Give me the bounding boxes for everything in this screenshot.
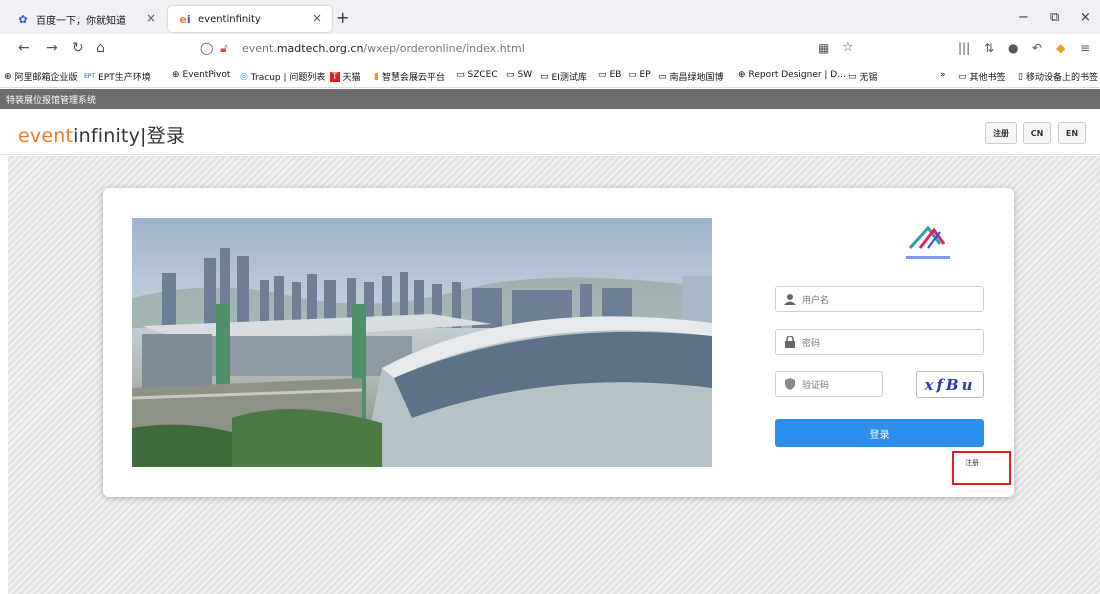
globe-icon: ⊕ bbox=[4, 71, 12, 82]
shield-icon[interactable]: ◯ bbox=[200, 41, 213, 55]
site-logo: eventinfinity|登录 bbox=[18, 125, 186, 147]
register-highlight-box bbox=[952, 451, 1011, 485]
insecure-lock-icon[interactable]: 🔓︎ bbox=[220, 41, 228, 56]
restore-button[interactable]: ⧉ bbox=[1050, 10, 1059, 25]
forward-arrow-icon[interactable]: → bbox=[46, 40, 58, 56]
qr-code-icon[interactable]: ▦ bbox=[818, 41, 829, 55]
browser-nav-bar: ← → ↻ ⌂ ◯ 🔓︎ event.madtech.org.cn/wxep/o… bbox=[0, 34, 1100, 64]
bookmark-item[interactable]: T 天猫 bbox=[330, 70, 361, 83]
captcha-input[interactable]: 验证码 bbox=[775, 371, 883, 397]
browser-tab-eventinfinity[interactable]: ei eventinfinity × bbox=[168, 6, 332, 32]
bookmark-item[interactable]: ▭ EI测试库 bbox=[540, 70, 587, 84]
minimize-button[interactable]: − bbox=[1018, 10, 1029, 25]
other-bookmarks-item[interactable]: ▭ 其他书签 bbox=[958, 70, 1006, 84]
ept-icon: EPT bbox=[84, 73, 96, 80]
mobile-bookmarks-item[interactable]: ▯ 移动设备上的书签 bbox=[1018, 70, 1098, 84]
mobile-icon: ▯ bbox=[1018, 71, 1023, 82]
system-title-bar: 特装展位报馆管理系统 bbox=[0, 89, 1100, 109]
bookmark-item[interactable]: ▭ 南昌绿地国博 bbox=[658, 70, 724, 84]
bookmark-item[interactable]: ⊕ 阿里邮箱企业版 bbox=[4, 70, 78, 84]
url-bar[interactable]: ◯ 🔓︎ event.madtech.org.cn/wxep/orderonli… bbox=[190, 37, 880, 61]
chat-icon[interactable]: ● bbox=[1008, 41, 1018, 55]
captcha-placeholder: 验证码 bbox=[802, 381, 830, 391]
bookmark-item[interactable]: ⊕ EventPivot bbox=[172, 70, 230, 80]
password-input[interactable]: 密码 bbox=[775, 329, 984, 355]
header-register-button[interactable]: 注册 bbox=[985, 122, 1017, 144]
bookmarks-overflow-button[interactable]: » bbox=[940, 70, 946, 80]
lock-icon bbox=[785, 336, 795, 348]
bookmark-item[interactable]: ▭ SW bbox=[506, 70, 532, 80]
profile-icon[interactable]: ◆ bbox=[1056, 41, 1065, 55]
ei-logo-icon: ei bbox=[179, 12, 191, 26]
bookmark-item[interactable]: ▮ 智慧会展云平台 bbox=[374, 70, 445, 84]
new-tab-button[interactable]: + bbox=[336, 8, 349, 27]
bookmark-item[interactable]: ⊕ Report Designer | D... bbox=[738, 70, 846, 80]
tracup-icon: ◎ bbox=[240, 71, 248, 82]
language-cn-button[interactable]: CN bbox=[1023, 122, 1051, 144]
system-name: 特装展位报馆管理系统 bbox=[6, 96, 97, 106]
folder-icon: ▭ bbox=[628, 70, 637, 80]
cloud-icon: ▮ bbox=[374, 71, 379, 82]
language-en-button[interactable]: EN bbox=[1058, 122, 1086, 144]
extension-icon[interactable]: ⇅ bbox=[984, 41, 994, 55]
home-icon[interactable]: ⌂ bbox=[96, 40, 105, 56]
close-window-button[interactable]: × bbox=[1080, 10, 1091, 25]
bookmark-item[interactable]: ▭ SZCEC bbox=[456, 70, 498, 80]
bookmarks-bar: ⊕ 阿里邮箱企业版 EPT EPT生产环境 ⊕ EventPivot ◎ Tracup … bbox=[0, 64, 1100, 88]
folder-icon: ▭ bbox=[658, 71, 667, 82]
folder-icon: ▭ bbox=[598, 70, 607, 80]
page-header: eventinfinity|登录 注册 CN EN bbox=[0, 109, 1100, 155]
folder-icon: ▭ bbox=[958, 71, 967, 82]
close-tab-icon[interactable]: × bbox=[312, 11, 322, 25]
close-tab-icon[interactable]: × bbox=[146, 11, 156, 25]
shield-icon bbox=[785, 378, 795, 390]
bookmark-item[interactable]: EPT EPT生产环境 bbox=[84, 70, 151, 83]
captcha-image[interactable]: xfBu bbox=[916, 371, 984, 398]
folder-icon: ▭ bbox=[506, 70, 515, 80]
login-card: 用户名 密码 验证码 xfBu 登录 注册 bbox=[103, 188, 1014, 497]
folder-icon: ▭ bbox=[540, 71, 549, 82]
reload-icon[interactable]: ↻ bbox=[72, 40, 84, 56]
browser-tab-baidu[interactable]: ✿ 百度一下，你就知道 × bbox=[6, 6, 166, 32]
baidu-paw-icon: ✿ bbox=[18, 12, 28, 26]
globe-icon: ⊕ bbox=[172, 70, 180, 80]
exhibition-center-photo bbox=[132, 218, 712, 467]
bookmark-item[interactable]: ▭ EB bbox=[598, 70, 621, 80]
bookmark-item[interactable]: ▭ EP bbox=[628, 70, 651, 80]
bookmark-item[interactable]: ▭ 无锡 bbox=[848, 70, 878, 84]
tab-title: eventinfinity bbox=[198, 13, 261, 25]
menu-icon[interactable]: ≡ bbox=[1080, 41, 1090, 55]
login-button[interactable]: 登录 bbox=[775, 419, 984, 447]
bookmark-item[interactable]: ◎ Tracup | 问题列表 bbox=[240, 70, 325, 84]
back-arrow-icon[interactable]: ← bbox=[18, 40, 30, 56]
browser-tab-bar: ✿ 百度一下，你就知道 × ei eventinfinity × + − ⧉ × bbox=[0, 0, 1100, 34]
globe-icon: ⊕ bbox=[738, 70, 746, 80]
undo-icon[interactable]: ↶ bbox=[1032, 41, 1042, 55]
bookmark-star-icon[interactable]: ☆ bbox=[842, 40, 854, 55]
organization-logo bbox=[898, 218, 958, 268]
folder-icon: ▭ bbox=[456, 70, 465, 80]
tmall-icon: T bbox=[330, 71, 340, 82]
library-icon[interactable]: ||| bbox=[958, 41, 970, 55]
username-placeholder: 用户名 bbox=[802, 296, 830, 306]
username-input[interactable]: 用户名 bbox=[775, 286, 984, 312]
user-icon bbox=[784, 294, 796, 305]
tab-title: 百度一下，你就知道 bbox=[36, 15, 126, 27]
folder-icon: ▭ bbox=[848, 71, 857, 82]
password-placeholder: 密码 bbox=[802, 339, 821, 349]
url-text[interactable]: event.madtech.org.cn/wxep/orderonline/in… bbox=[242, 42, 525, 55]
